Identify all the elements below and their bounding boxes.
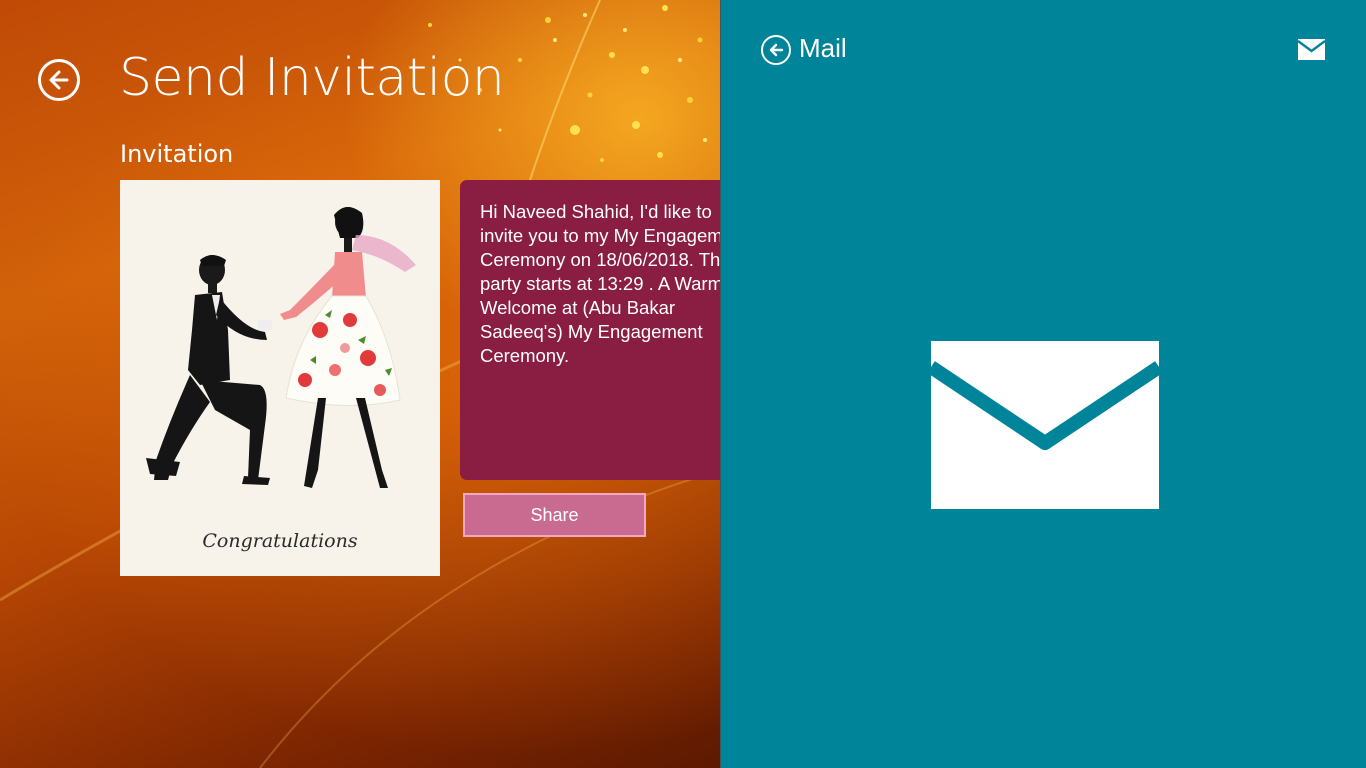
back-arrow-icon (49, 70, 69, 90)
back-button[interactable] (38, 59, 80, 101)
mail-back-button[interactable] (761, 35, 791, 65)
share-pane-title: Mail (799, 33, 847, 63)
share-button[interactable]: Share (463, 493, 646, 537)
mail-envelope-icon (931, 341, 1159, 509)
back-arrow-icon (769, 43, 784, 57)
section-label: Invitation (120, 140, 234, 168)
invitation-card: Congratulations (120, 180, 440, 576)
invitation-app-pane: Send Invitation Invitation Congratulatio… (0, 0, 721, 768)
share-pane-mail: Mail (721, 0, 1366, 768)
page-title: Send Invitation (119, 48, 505, 108)
card-caption: Congratulations (202, 530, 358, 552)
invitation-message-text: Hi Naveed Shahid, I'd like to invite you… (480, 201, 721, 366)
mail-icon[interactable] (1298, 39, 1325, 60)
couple-illustration (146, 206, 416, 488)
invitation-message-box[interactable]: Hi Naveed Shahid, I'd like to invite you… (460, 180, 721, 480)
